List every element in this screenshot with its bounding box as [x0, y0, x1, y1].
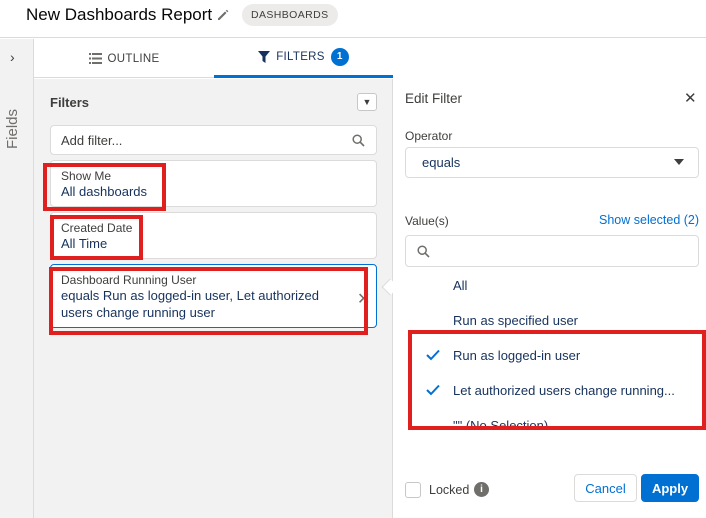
value-option-let-authorized[interactable]: Let authorized users change running...: [394, 374, 706, 409]
values-search-input[interactable]: [405, 235, 699, 267]
apply-button[interactable]: Apply: [641, 474, 699, 502]
panel-tabs: OUTLINE FILTERS 1: [34, 39, 393, 78]
filter-card-value: equals Run as logged-in user, Let author…: [61, 288, 320, 320]
value-option-label: All: [453, 278, 468, 293]
filter-card-label: Dashboard Running User: [61, 273, 197, 287]
checkmark-icon: [426, 384, 440, 396]
info-icon[interactable]: i: [474, 482, 489, 497]
operator-value: equals: [422, 155, 461, 170]
filter-card-label: Created Date: [61, 221, 133, 235]
filter-card-label: Show Me: [61, 169, 112, 183]
close-icon[interactable]: ✕: [684, 89, 697, 107]
fields-label: Fields: [4, 108, 21, 149]
show-selected-link[interactable]: Show selected (2): [599, 213, 699, 227]
report-title: New Dashboards Report: [26, 5, 213, 24]
edit-pencil-icon[interactable]: [216, 8, 230, 22]
filters-count-badge: 1: [330, 48, 349, 66]
operator-label: Operator: [405, 129, 453, 143]
value-option-label: Let authorized users change running...: [453, 383, 675, 398]
value-option-no-selection[interactable]: "" (No Selection): [394, 409, 706, 427]
filter-card-created-date[interactable]: Created Date All Time: [50, 212, 377, 259]
search-icon: [352, 134, 365, 147]
filter-card-value: All dashboards: [61, 184, 147, 199]
search-icon: [417, 245, 430, 258]
tab-outline[interactable]: OUTLINE: [34, 39, 214, 78]
operator-select[interactable]: equals: [405, 147, 699, 178]
chevron-down-icon: ▼: [362, 97, 372, 107]
value-option-all[interactable]: All: [394, 269, 706, 304]
filter-card-show-me[interactable]: Show Me All dashboards: [50, 160, 377, 207]
value-option-label: Run as specified user: [453, 313, 579, 328]
value-option-label: "" (No Selection): [453, 418, 549, 427]
fields-panel-toggle[interactable]: › Fields: [0, 39, 34, 518]
tab-filters-label: FILTERS: [276, 51, 325, 63]
list-icon: [88, 53, 102, 64]
tab-outline-label: OUTLINE: [107, 52, 160, 65]
edit-filter-panel: Edit Filter ✕ Operator equals Value(s) S…: [394, 79, 706, 518]
filters-menu-button[interactable]: ▼: [357, 93, 377, 111]
remove-filter-icon[interactable]: ✕: [357, 289, 370, 309]
values-label: Value(s): [405, 214, 449, 228]
tab-filters[interactable]: FILTERS 1: [214, 39, 393, 78]
add-filter-input[interactable]: [50, 125, 377, 155]
filters-title: Filters: [50, 95, 90, 110]
report-type-badge: DASHBOARDS: [242, 4, 338, 26]
checkmark-icon: [426, 349, 440, 361]
filter-card-running-user[interactable]: Dashboard Running User equals Run as log…: [50, 264, 377, 328]
report-header: New Dashboards Report DASHBOARDS: [0, 0, 706, 38]
dropdown-arrow-icon: [674, 159, 684, 165]
filter-funnel-icon: [258, 51, 271, 63]
chevron-right-icon[interactable]: ›: [10, 49, 15, 65]
edit-filter-title: Edit Filter: [405, 91, 463, 106]
filters-panel: Filters ▼ Show Me All dashboards Created…: [34, 79, 393, 518]
filter-card-value: All Time: [61, 236, 108, 251]
value-option-label: Run as logged-in user: [453, 348, 581, 363]
value-option-run-as-logged-in[interactable]: Run as logged-in user: [394, 339, 706, 374]
locked-label: Locked: [429, 483, 470, 497]
locked-checkbox[interactable]: [405, 482, 421, 498]
cancel-button[interactable]: Cancel: [574, 474, 637, 502]
values-list: All Run as specified user Run as logged-…: [394, 269, 706, 427]
value-option-run-as-specified[interactable]: Run as specified user: [394, 304, 706, 339]
